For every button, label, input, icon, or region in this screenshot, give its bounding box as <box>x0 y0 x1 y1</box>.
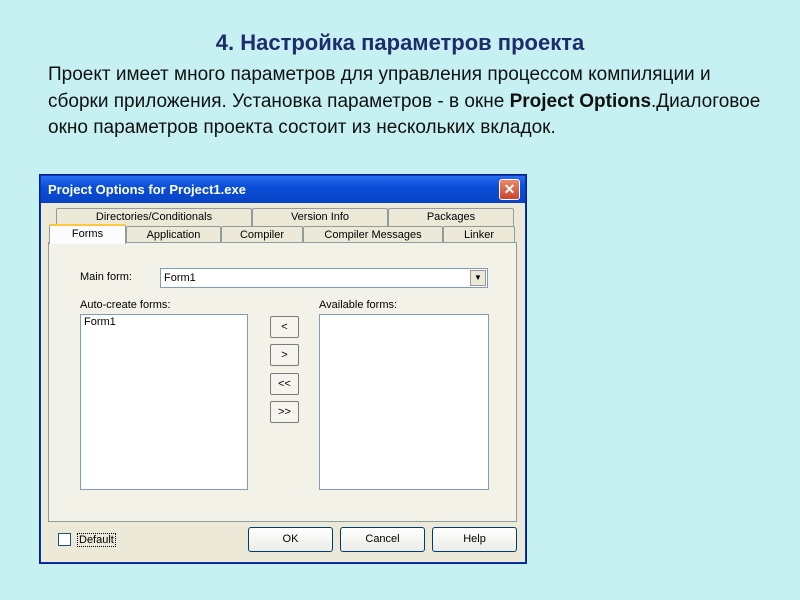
dialog-title: Project Options for Project1.exe <box>48 182 246 197</box>
tab-version-info[interactable]: Version Info <box>252 208 388 226</box>
ok-button[interactable]: OK <box>248 527 333 552</box>
close-button[interactable]: ✕ <box>499 179 520 200</box>
cancel-button[interactable]: Cancel <box>340 527 425 552</box>
default-checkbox[interactable] <box>58 533 71 546</box>
slide-text-bold: Project Options <box>509 90 652 112</box>
auto-create-listbox[interactable]: Form1 <box>80 314 248 490</box>
close-icon: ✕ <box>503 181 516 197</box>
dialog-titlebar[interactable]: Project Options for Project1.exe ✕ <box>41 176 525 203</box>
list-item[interactable]: Form1 <box>84 316 244 328</box>
slide-text: Проект имеет много параметров для управл… <box>48 62 768 142</box>
slide-title: 4. Настройка параметров проекта <box>215 30 585 55</box>
tab-forms[interactable]: Forms <box>49 224 126 244</box>
chevron-down-icon[interactable]: ▼ <box>470 270 486 286</box>
default-checkbox-label[interactable]: Default <box>77 533 116 547</box>
move-all-left-button[interactable]: << <box>270 373 299 395</box>
main-form-label: Main form: <box>80 271 132 283</box>
main-form-value: Form1 <box>164 272 196 284</box>
tab-packages[interactable]: Packages <box>388 208 514 226</box>
move-right-button[interactable]: > <box>270 344 299 366</box>
available-forms-label: Available forms: <box>319 299 398 311</box>
help-button[interactable]: Help <box>432 527 517 552</box>
move-all-right-button[interactable]: >> <box>270 401 299 423</box>
auto-create-label: Auto-create forms: <box>80 299 171 311</box>
available-forms-listbox[interactable] <box>319 314 489 490</box>
main-form-combobox[interactable]: Form1 ▼ <box>160 268 488 288</box>
move-left-button[interactable]: < <box>270 316 299 338</box>
